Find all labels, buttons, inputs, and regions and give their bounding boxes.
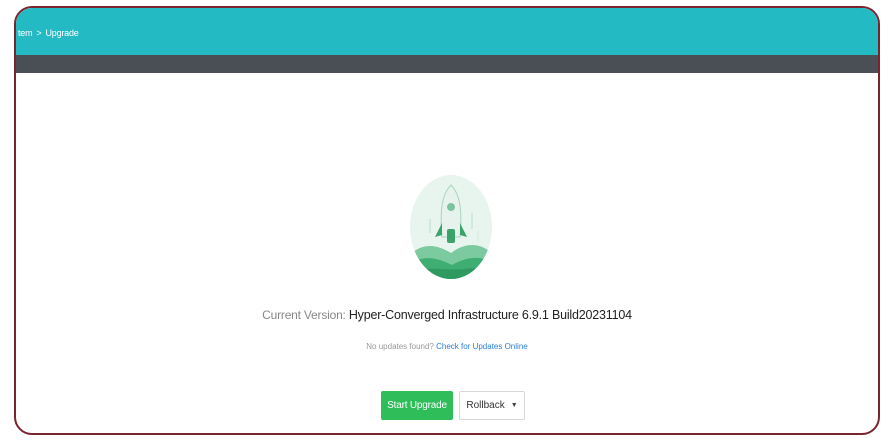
- breadcrumb-separator: >: [36, 28, 42, 38]
- check-updates-link[interactable]: Check for Updates Online: [436, 342, 528, 351]
- version-value: Hyper-Converged Infrastructure 6.9.1 Bui…: [348, 308, 632, 322]
- breadcrumb: tem > Upgrade: [18, 28, 79, 38]
- start-upgrade-button[interactable]: Start Upgrade: [381, 391, 453, 420]
- breadcrumb-current: Upgrade: [45, 28, 79, 38]
- rocket-launch-illustration: [408, 171, 494, 281]
- rollback-dropdown-button[interactable]: Rollback ▼: [459, 391, 525, 420]
- no-updates-text: No updates found?: [366, 342, 434, 351]
- version-label: Current Version:: [262, 308, 346, 322]
- header-bar: tem > Upgrade: [16, 8, 878, 55]
- rocket-icon: [410, 175, 492, 279]
- app-window: tem > Upgrade Current Version: Hyper-Con…: [14, 6, 880, 435]
- breadcrumb-parent[interactable]: tem: [18, 28, 33, 38]
- current-version: Current Version: Hyper-Converged Infrast…: [16, 308, 878, 322]
- rollback-label: Rollback: [466, 400, 505, 411]
- update-hint: No updates found? Check for Updates Onli…: [16, 342, 878, 351]
- sub-toolbar: [16, 55, 878, 73]
- chevron-down-icon: ▼: [510, 402, 518, 409]
